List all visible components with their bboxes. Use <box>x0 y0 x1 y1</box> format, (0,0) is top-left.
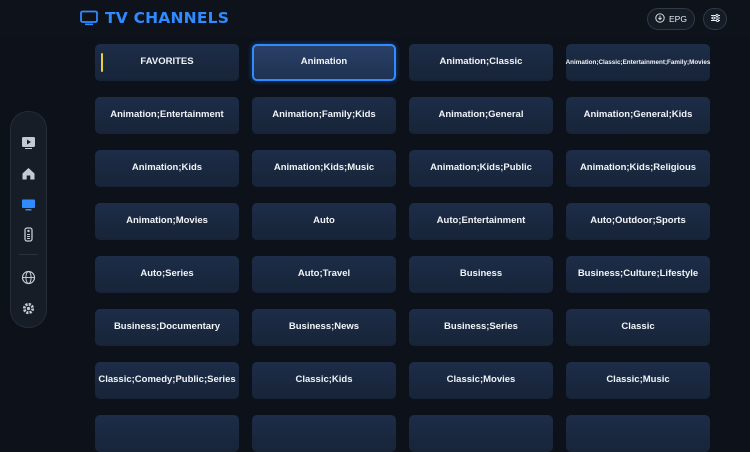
category-label: Animation;Classic <box>439 56 523 68</box>
category-label: Animation <box>300 56 348 68</box>
category-tile[interactable]: Animation;Classic <box>409 44 553 81</box>
tv-icon <box>80 10 98 26</box>
category-label: Auto;Outdoor;Sports <box>590 215 686 227</box>
category-tile[interactable]: Business <box>409 256 553 293</box>
category-label: Business;News <box>288 321 360 333</box>
category-tile[interactable]: Classic;Comedy;Public;Series <box>95 362 239 399</box>
category-label: Business;Series <box>444 321 518 333</box>
epg-button[interactable]: EPG <box>647 8 695 30</box>
category-tile[interactable]: Classic;Movies <box>409 362 553 399</box>
category-label: Animation;Family;Kids <box>272 109 376 121</box>
home-icon[interactable] <box>20 165 37 182</box>
page-title: TV CHANNELS <box>105 9 230 27</box>
category-tile[interactable] <box>566 415 710 452</box>
category-tile[interactable]: Classic;Kids <box>252 362 396 399</box>
category-tile[interactable]: Animation;General;Kids <box>566 97 710 134</box>
category-tile[interactable]: Animation;Kids;Music <box>252 150 396 187</box>
category-tile[interactable]: Animation;Classic;Entertainment;Family;M… <box>566 44 710 81</box>
category-label: Classic <box>621 321 655 333</box>
category-label: Business;Documentary <box>113 321 221 333</box>
category-grid: FAVORITES Animation Animation;Classic Anima… <box>95 44 715 452</box>
category-label: Animation;Classic;Entertainment;Family;M… <box>565 58 711 66</box>
category-label: Classic;Movies <box>446 374 516 386</box>
category-tile[interactable]: Business;News <box>252 309 396 346</box>
category-tile[interactable]: Animation <box>252 44 396 81</box>
category-label: Classic;Music <box>606 374 670 386</box>
category-tile[interactable]: Auto;Entertainment <box>409 203 553 240</box>
category-tile[interactable]: Classic <box>566 309 710 346</box>
category-tile[interactable]: Business;Series <box>409 309 553 346</box>
download-icon <box>655 13 665 25</box>
category-tile[interactable]: Auto;Travel <box>252 256 396 293</box>
category-label: Auto;Travel <box>297 268 351 280</box>
category-tile[interactable]: Classic;Music <box>566 362 710 399</box>
category-label: Animation;Kids <box>131 162 203 174</box>
sliders-icon <box>710 10 721 28</box>
page-title-group: TV CHANNELS <box>80 9 229 27</box>
category-label: FAVORITES <box>140 56 194 68</box>
category-label: Animation;Entertainment <box>110 109 224 121</box>
category-tile[interactable]: Auto;Series <box>95 256 239 293</box>
top-bar: TV CHANNELS EPG <box>0 0 750 38</box>
favorite-marker <box>101 53 103 72</box>
category-tile[interactable]: Animation;Movies <box>95 203 239 240</box>
category-label: Animation;General;Kids <box>583 109 693 121</box>
sidebar <box>10 111 47 328</box>
category-tile[interactable]: Animation;Family;Kids <box>252 97 396 134</box>
remote-icon[interactable] <box>20 226 37 243</box>
category-label: Classic;Kids <box>295 374 353 386</box>
category-label: Business <box>459 268 503 280</box>
category-tile[interactable] <box>252 415 396 452</box>
category-tile[interactable]: Business;Documentary <box>95 309 239 346</box>
gear-icon[interactable] <box>20 300 37 317</box>
play-icon[interactable] <box>20 134 37 151</box>
category-tile[interactable]: Auto;Outdoor;Sports <box>566 203 710 240</box>
category-tile[interactable] <box>95 415 239 452</box>
category-label: Animation;Kids;Music <box>273 162 375 174</box>
filter-button[interactable] <box>703 8 727 30</box>
category-tile[interactable]: Animation;Kids;Public <box>409 150 553 187</box>
category-label: Animation;General <box>438 109 524 121</box>
category-tile[interactable]: Auto <box>252 203 396 240</box>
category-tile[interactable]: Business;Culture;Lifestyle <box>566 256 710 293</box>
category-label: Animation;Kids;Public <box>430 162 532 174</box>
category-tile[interactable] <box>409 415 553 452</box>
category-label: Animation;Movies <box>126 215 208 227</box>
category-label: Auto;Series <box>140 268 194 280</box>
favorites-tile[interactable]: FAVORITES <box>95 44 239 81</box>
sidebar-divider <box>19 254 38 255</box>
category-tile[interactable]: Animation;General <box>409 97 553 134</box>
category-label: Animation;Kids;Religious <box>579 162 697 174</box>
category-tile[interactable]: Animation;Kids <box>95 150 239 187</box>
category-label: Auto <box>313 215 335 227</box>
category-tile[interactable]: Animation;Entertainment <box>95 97 239 134</box>
globe-icon[interactable] <box>20 269 37 286</box>
category-label: Classic;Comedy;Public;Series <box>98 374 236 386</box>
category-label: Business;Culture;Lifestyle <box>577 268 699 280</box>
epg-button-label: EPG <box>669 14 687 24</box>
category-label: Auto;Entertainment <box>436 215 526 227</box>
category-tile[interactable]: Animation;Kids;Religious <box>566 150 710 187</box>
tv-icon[interactable] <box>20 196 37 213</box>
